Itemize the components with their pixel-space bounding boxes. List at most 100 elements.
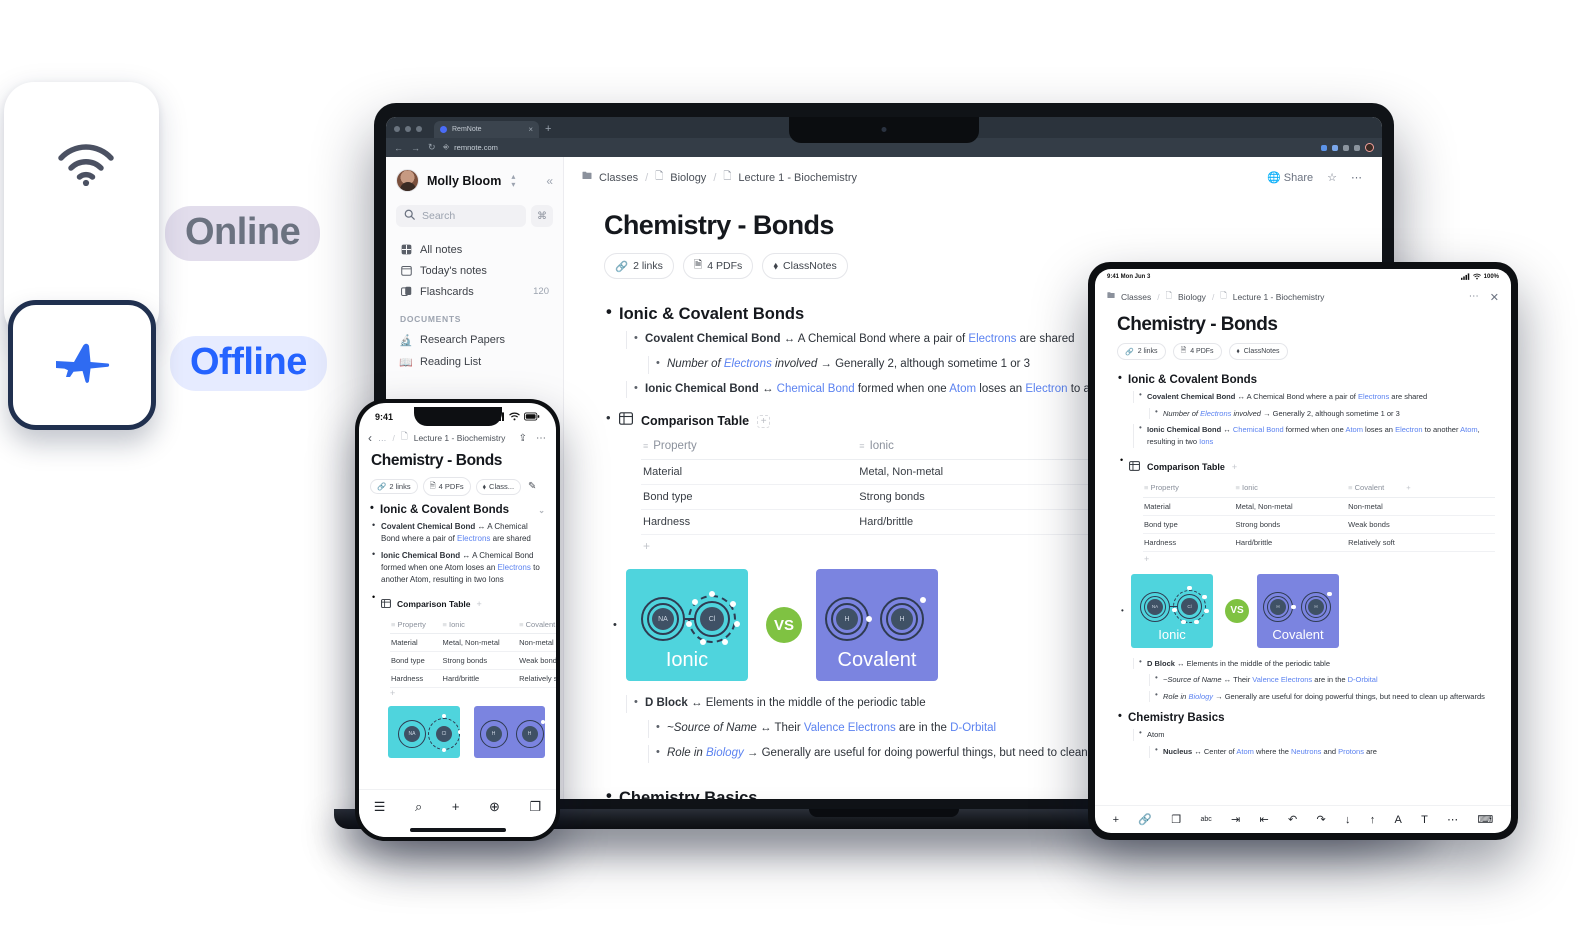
table-cell[interactable]: Bond type [390,651,442,670]
covalent-diagram-image[interactable]: H H Covalent [1257,573,1339,648]
chip-classnotes[interactable]: ⬧ Class... [475,478,522,495]
pencil-icon[interactable]: ✎ [528,481,536,492]
table-cell[interactable]: Strong bonds [1234,515,1348,534]
menu-icon[interactable]: ☰ [374,799,386,815]
add-icon[interactable]: + [1232,462,1237,472]
more-icon[interactable]: ⋯ [1469,291,1479,304]
breadcrumb-item[interactable]: Biology [670,172,706,184]
collapse-sidebar-icon[interactable]: « [546,174,553,188]
redo-icon[interactable]: ↷ [1316,813,1325,826]
extension-icon[interactable] [1354,144,1360,151]
table-cell[interactable]: Non-metal [518,633,556,652]
inline-link[interactable]: Chemical Bond [1233,425,1284,434]
inline-link[interactable]: Chemical Bond [777,383,855,395]
font-icon[interactable]: T [1421,814,1428,826]
inline-link[interactable]: Electrons [1200,409,1231,418]
breadcrumb-item[interactable]: Lecture 1 - Biochemistry [414,433,506,443]
column-header[interactable]: ≡ Ionic [1234,479,1348,498]
table-cell[interactable]: Hardness [390,669,442,688]
user-menu[interactable]: Molly Bloom ▴ ▾ « [396,169,553,192]
chip-pdfs[interactable]: 🗎 4 PDFs [682,253,754,279]
inline-link[interactable]: D-Orbital [950,722,996,734]
undo-icon[interactable]: ↶ [1288,813,1297,826]
inline-link[interactable]: Ions [1199,437,1213,446]
globe-icon[interactable]: ⊕ [489,799,500,815]
table-cell[interactable]: Relatively soft [518,669,556,688]
table-cell[interactable]: Bond type [641,484,858,511]
new-tab-button[interactable]: + [543,123,557,138]
sidebar-item-all-notes[interactable]: All notes [396,239,553,260]
column-header[interactable]: ≡ Property [390,617,442,634]
inline-link[interactable]: Atom [1345,425,1363,434]
table-cell[interactable]: Material [1143,497,1235,516]
text-color-icon[interactable]: A [1394,814,1401,826]
inline-link[interactable]: Electron [1395,425,1423,434]
chevron-updown-icon[interactable]: ▴ ▾ [511,173,515,188]
chip-pdfs[interactable]: 🗎 4 PDFs [422,477,471,496]
chevron-down-icon[interactable]: ⌄ [538,506,545,515]
sidebar-item-flashcards[interactable]: Flashcards 120 [396,281,553,302]
search-icon[interactable]: ⌕ [415,799,422,815]
reload-button[interactable]: ↻ [428,142,436,153]
inline-link[interactable]: Atom [1460,425,1478,434]
column-header[interactable]: ≡ Property [1143,479,1235,498]
chip-classnotes[interactable]: ⬧ ClassNotes [1228,343,1288,360]
sidebar-item-research-papers[interactable]: 🔬 Research Papers [396,329,553,351]
add-icon[interactable]: + [477,599,482,609]
table-cell[interactable]: Hard/brittle [441,669,519,688]
breadcrumb-item[interactable]: Classes [599,172,638,184]
inline-link[interactable]: Valence Electrons [804,722,896,734]
table-cell[interactable]: Hard/brittle [1234,533,1348,552]
extension-icon[interactable] [1332,144,1338,151]
breadcrumb-item[interactable]: Biology [1178,292,1206,302]
inline-link[interactable]: Neutrons [1291,747,1321,756]
table-cell[interactable]: Hardness [641,509,858,536]
profile-avatar-icon[interactable] [1365,143,1374,152]
more-icon[interactable]: ⋯ [1447,813,1458,826]
back-button[interactable]: ← [394,143,403,153]
inline-link[interactable]: Valence Electrons [1252,675,1312,684]
table-cell[interactable]: Strong bonds [441,651,519,670]
close-icon[interactable]: ✕ [1490,291,1499,304]
inline-link[interactable]: Electron [1025,383,1067,395]
covalent-diagram-image[interactable]: H H Covalent [816,569,938,682]
more-icon[interactable]: ⋯ [536,433,546,444]
table-cell[interactable]: Weak bonds [1347,515,1495,534]
column-header[interactable]: ≡ Ionic [441,617,519,634]
chip-pdfs[interactable]: 🗎 4 PDFs [1172,343,1222,360]
table-cell[interactable]: Hard/brittle [857,509,1103,536]
table-cell[interactable]: Metal, Non-metal [1234,497,1348,516]
window-controls[interactable] [394,126,422,138]
chip-links[interactable]: 🔗 2 links [604,253,674,279]
column-header[interactable]: ≡ Ionic [857,436,1103,461]
extension-icon[interactable] [1343,144,1349,151]
table-cell[interactable]: Hardness [1143,533,1235,552]
column-header[interactable]: ≡ Covalent [518,617,556,634]
connectivity-toggle-widget[interactable]: Online Offline [0,78,327,430]
outdent-icon[interactable]: ⇤ [1259,813,1268,826]
keyboard-icon[interactable]: ⌨ [1477,813,1493,826]
command-shortcut-icon[interactable]: ⌘ [531,205,553,227]
tab-close-icon[interactable]: × [528,125,533,134]
table-cell[interactable]: Metal, Non-metal [857,459,1103,486]
ionic-diagram-image[interactable]: NA Cl [388,706,462,758]
inline-link[interactable]: Electrons [457,534,490,543]
browser-extensions[interactable] [1321,143,1374,152]
back-button[interactable]: ‹ [368,431,372,445]
share-button[interactable]: 🌐 Share [1267,171,1313,184]
spellcheck-icon[interactable]: abc [1200,816,1211,823]
table-cell[interactable]: Relatively soft [1347,533,1495,552]
sidebar-item-todays-notes[interactable]: Today's notes [396,260,553,281]
more-icon[interactable]: ⋯ [1351,171,1362,184]
inline-link[interactable]: Atom [949,383,976,395]
star-icon[interactable]: ☆ [1327,171,1337,184]
search-input[interactable]: Search [396,205,526,227]
ionic-diagram-image[interactable]: NA Cl Ionic [1131,573,1213,648]
inline-link[interactable]: Biology [706,747,744,759]
table-cell[interactable]: Material [390,633,442,652]
indent-icon[interactable]: ⇥ [1231,813,1240,826]
move-down-icon[interactable]: ↓ [1345,814,1351,826]
chip-links[interactable]: 🔗 2 links [1117,343,1166,360]
table-cell[interactable]: Strong bonds [857,484,1103,511]
breadcrumb-item[interactable]: Classes [1121,292,1151,302]
